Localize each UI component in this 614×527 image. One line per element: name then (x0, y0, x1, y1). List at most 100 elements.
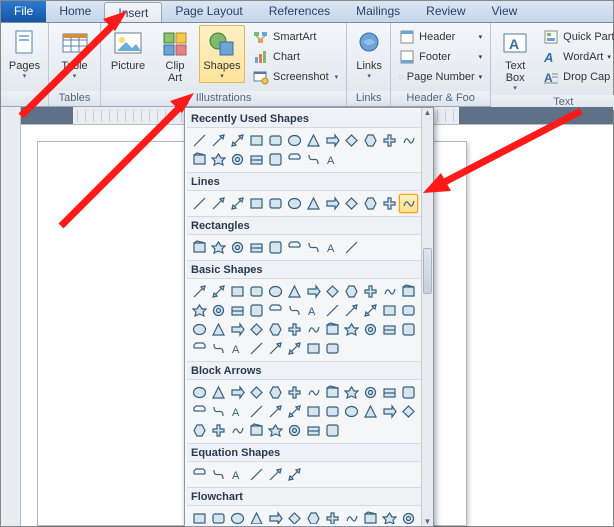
shape-item[interactable] (342, 383, 361, 402)
shape-item[interactable] (399, 320, 418, 339)
shape-item[interactable] (285, 339, 304, 358)
shape-item[interactable] (266, 320, 285, 339)
shape-item[interactable]: A (323, 238, 342, 257)
shape-item[interactable] (228, 238, 247, 257)
shape-item[interactable] (266, 131, 285, 150)
tab-home[interactable]: Home (46, 1, 104, 22)
scrollbar-thumb[interactable] (423, 248, 432, 294)
shape-item[interactable] (247, 339, 266, 358)
shape-item[interactable] (304, 339, 323, 358)
scrollbar[interactable] (421, 108, 433, 526)
shape-item[interactable] (361, 194, 380, 213)
shape-item[interactable] (304, 402, 323, 421)
tab-references[interactable]: References (256, 1, 343, 22)
shape-item[interactable] (342, 238, 361, 257)
shape-item[interactable] (209, 402, 228, 421)
dropcap-button[interactable]: ADrop Cap▾ (539, 67, 614, 87)
shape-item[interactable] (342, 282, 361, 301)
shape-item[interactable] (304, 282, 323, 301)
shape-item[interactable] (323, 194, 342, 213)
shape-item[interactable] (190, 238, 209, 257)
shape-item[interactable] (285, 238, 304, 257)
shape-item[interactable] (323, 383, 342, 402)
shape-item[interactable] (228, 383, 247, 402)
shape-item[interactable] (209, 465, 228, 484)
shape-item[interactable] (228, 150, 247, 169)
shape-item[interactable] (190, 320, 209, 339)
shape-item[interactable] (247, 421, 266, 440)
shape-item[interactable] (380, 131, 399, 150)
shape-item[interactable] (228, 131, 247, 150)
shape-item[interactable] (209, 194, 228, 213)
tab-page-layout[interactable]: Page Layout (162, 1, 255, 22)
shape-item[interactable] (228, 421, 247, 440)
shape-item[interactable] (209, 131, 228, 150)
shape-item[interactable] (361, 509, 380, 524)
shape-item[interactable] (361, 383, 380, 402)
shape-item[interactable] (266, 465, 285, 484)
shape-item[interactable] (228, 194, 247, 213)
shapes-button[interactable]: Shapes ▾ (199, 25, 245, 83)
shape-item[interactable] (228, 320, 247, 339)
header-button[interactable]: Header▾ (395, 27, 486, 47)
shape-item[interactable]: A (228, 339, 247, 358)
tab-review[interactable]: Review (413, 1, 478, 22)
shape-item[interactable]: A (323, 150, 342, 169)
shape-item[interactable] (247, 509, 266, 524)
shape-item[interactable] (266, 238, 285, 257)
shape-item[interactable] (228, 301, 247, 320)
shape-item[interactable] (399, 301, 418, 320)
shape-item[interactable] (304, 421, 323, 440)
table-button[interactable]: Table ▾ (53, 25, 96, 83)
shape-item[interactable] (342, 131, 361, 150)
shape-item[interactable] (190, 150, 209, 169)
shape-scribble-line[interactable] (399, 194, 418, 213)
shape-item[interactable] (247, 131, 266, 150)
shape-item[interactable] (190, 383, 209, 402)
shape-item[interactable] (209, 150, 228, 169)
shape-item[interactable] (190, 402, 209, 421)
textbox-button[interactable]: A Text Box ▾ (495, 25, 535, 95)
shape-item[interactable] (190, 421, 209, 440)
shape-item[interactable] (380, 383, 399, 402)
shape-item[interactable] (285, 402, 304, 421)
quickparts-button[interactable]: Quick Parts▾ (539, 27, 614, 47)
shape-item[interactable] (247, 383, 266, 402)
shape-item[interactable] (361, 301, 380, 320)
shape-item[interactable] (361, 131, 380, 150)
shape-item[interactable] (247, 320, 266, 339)
shape-item[interactable] (304, 509, 323, 524)
shape-item[interactable] (304, 320, 323, 339)
shape-item[interactable] (323, 320, 342, 339)
shape-item[interactable] (323, 339, 342, 358)
shape-item[interactable] (190, 339, 209, 358)
shape-item[interactable] (380, 509, 399, 524)
shape-item[interactable] (323, 301, 342, 320)
screenshot-button[interactable]: Screenshot ▾ (249, 67, 342, 87)
shape-item[interactable] (190, 465, 209, 484)
shape-item[interactable] (342, 402, 361, 421)
shape-item[interactable] (380, 301, 399, 320)
shape-item[interactable] (209, 238, 228, 257)
shape-item[interactable] (285, 465, 304, 484)
shape-item[interactable] (399, 383, 418, 402)
shape-item[interactable] (304, 383, 323, 402)
shape-item[interactable] (399, 402, 418, 421)
shape-item[interactable] (190, 194, 209, 213)
shape-item[interactable] (361, 320, 380, 339)
shape-item[interactable] (209, 339, 228, 358)
tab-view[interactable]: View (479, 1, 531, 22)
shape-item[interactable] (266, 194, 285, 213)
shape-item[interactable] (266, 150, 285, 169)
shape-item[interactable] (323, 402, 342, 421)
shape-item[interactable] (323, 421, 342, 440)
shape-item[interactable] (361, 282, 380, 301)
shape-item[interactable] (285, 131, 304, 150)
shape-item[interactable] (323, 282, 342, 301)
shape-item[interactable] (380, 282, 399, 301)
shape-item[interactable] (209, 383, 228, 402)
links-button[interactable]: Links ▾ (351, 25, 387, 83)
smartart-button[interactable]: SmartArt (249, 27, 342, 47)
shape-item[interactable] (209, 282, 228, 301)
shape-item[interactable] (190, 509, 209, 524)
